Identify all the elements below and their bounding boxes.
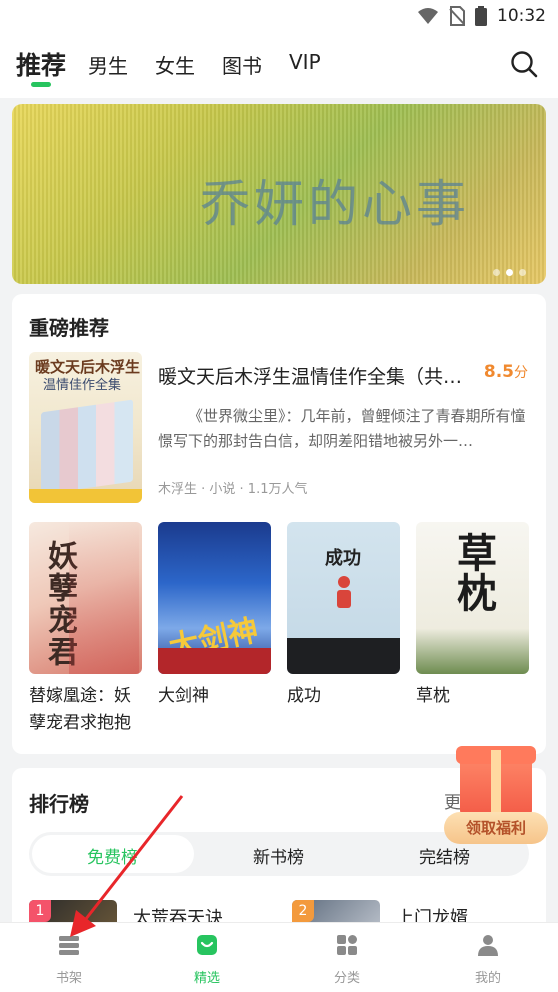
tab-female[interactable]: 女生 bbox=[155, 50, 195, 79]
nav-profile[interactable]: 我的 bbox=[448, 933, 528, 986]
book-cover: 成功 bbox=[287, 522, 400, 674]
book-cover: 妖孽宠君 bbox=[29, 522, 142, 674]
carousel-dot bbox=[519, 269, 526, 276]
tab-free[interactable]: 免费榜 bbox=[87, 843, 138, 868]
tab-recommend[interactable]: 推荐 bbox=[16, 46, 66, 82]
tab-male[interactable]: 男生 bbox=[88, 50, 128, 79]
nav-label: 精选 bbox=[193, 971, 220, 986]
active-tab-indicator bbox=[31, 82, 51, 87]
cover-title-art: 成功 bbox=[325, 548, 361, 569]
nav-featured[interactable]: 精选 bbox=[167, 933, 247, 986]
gift-ribbon bbox=[491, 750, 501, 818]
nav-bookshelf[interactable]: 书架 bbox=[29, 933, 109, 986]
banner-title: 乔妍的心事 bbox=[200, 175, 470, 233]
profile-icon bbox=[478, 935, 498, 956]
tab-books[interactable]: 图书 bbox=[222, 50, 262, 79]
cover-title-art: 草枕 bbox=[450, 532, 497, 612]
book-card[interactable]: 草枕 草枕 bbox=[416, 522, 529, 710]
promo-banner[interactable]: 乔妍的心事 bbox=[12, 104, 546, 284]
cover-strip bbox=[158, 648, 271, 674]
status-bar: 10:32 bbox=[0, 0, 558, 34]
nav-label: 书架 bbox=[55, 971, 82, 986]
no-sim-icon bbox=[449, 6, 465, 26]
book-title: 大剑神 bbox=[158, 686, 209, 706]
bottom-nav: 书架 精选 分类 我的 bbox=[0, 922, 558, 992]
book-cover: 大剑神 bbox=[158, 522, 271, 674]
tab-new[interactable]: 新书榜 bbox=[253, 843, 304, 868]
cover-art bbox=[41, 399, 133, 495]
gift-floating-button[interactable]: 领取福利 bbox=[444, 746, 552, 850]
featured-book-cover[interactable]: 暖文天后木浮生 温情佳作全集 bbox=[29, 352, 142, 503]
cover-bar bbox=[29, 489, 142, 503]
tab-vip[interactable]: VIP bbox=[289, 50, 321, 74]
nav-category[interactable]: 分类 bbox=[307, 933, 387, 986]
featured-book-description: 《世界微尘里》：几年前，曾鲤倾注了青春期所有憧憬写下的那封告白信，却阴差阳错地被… bbox=[158, 407, 526, 450]
book-title: 草枕 bbox=[416, 686, 450, 706]
nav-label: 分类 bbox=[333, 971, 360, 986]
carousel-dot bbox=[493, 269, 500, 276]
book-card[interactable]: 成功 成功 bbox=[287, 522, 400, 710]
search-icon[interactable] bbox=[510, 50, 538, 78]
clock: 10:32 bbox=[497, 6, 546, 26]
book-title: 替嫁凰途：妖孽宠君求抱抱 bbox=[29, 686, 131, 733]
cover-strip bbox=[287, 638, 400, 674]
book-title: 成功 bbox=[287, 686, 321, 706]
category-grid-icon bbox=[337, 935, 357, 955]
featured-section-title: 重磅推荐 bbox=[29, 316, 109, 340]
battery-icon bbox=[475, 6, 487, 26]
score-unit: 分 bbox=[514, 365, 528, 381]
person-icon bbox=[337, 576, 351, 608]
status-icons: 10:32 bbox=[417, 6, 546, 26]
bookshelf-icon bbox=[59, 936, 79, 955]
featured-book-title[interactable]: 暖文天后木浮生温情佳作全集（共… bbox=[158, 362, 478, 389]
book-card[interactable]: 大剑神 大剑神 bbox=[158, 522, 271, 710]
carousel-dot-active bbox=[506, 269, 513, 276]
nav-label: 我的 bbox=[474, 971, 501, 986]
rank-badge: 2 bbox=[292, 900, 314, 922]
gift-label: 领取福利 bbox=[444, 812, 548, 844]
score-value: 8.5 bbox=[483, 362, 514, 382]
book-card[interactable]: 妖孽宠君 替嫁凰途：妖孽宠君求抱抱 bbox=[29, 522, 142, 737]
ranking-section-title: 排行榜 bbox=[29, 792, 89, 816]
top-nav: 推荐 男生 女生 图书 VIP bbox=[0, 34, 558, 98]
carousel-dots bbox=[493, 269, 526, 276]
cover-figure bbox=[69, 522, 139, 674]
featured-book-score: 8.5分 bbox=[484, 362, 528, 382]
rank-badge: 1 bbox=[29, 900, 51, 922]
wifi-icon bbox=[418, 8, 438, 24]
book-cover: 草枕 bbox=[416, 522, 529, 674]
featured-book-meta: 木浮生 · 小说 · 1.1万人气 bbox=[158, 482, 308, 497]
featured-section: 重磅推荐 暖文天后木浮生 温情佳作全集 暖文天后木浮生温情佳作全集（共… 8.5… bbox=[12, 294, 546, 754]
featured-bag-icon bbox=[197, 935, 217, 955]
cover-subtext: 温情佳作全集 bbox=[43, 378, 122, 393]
